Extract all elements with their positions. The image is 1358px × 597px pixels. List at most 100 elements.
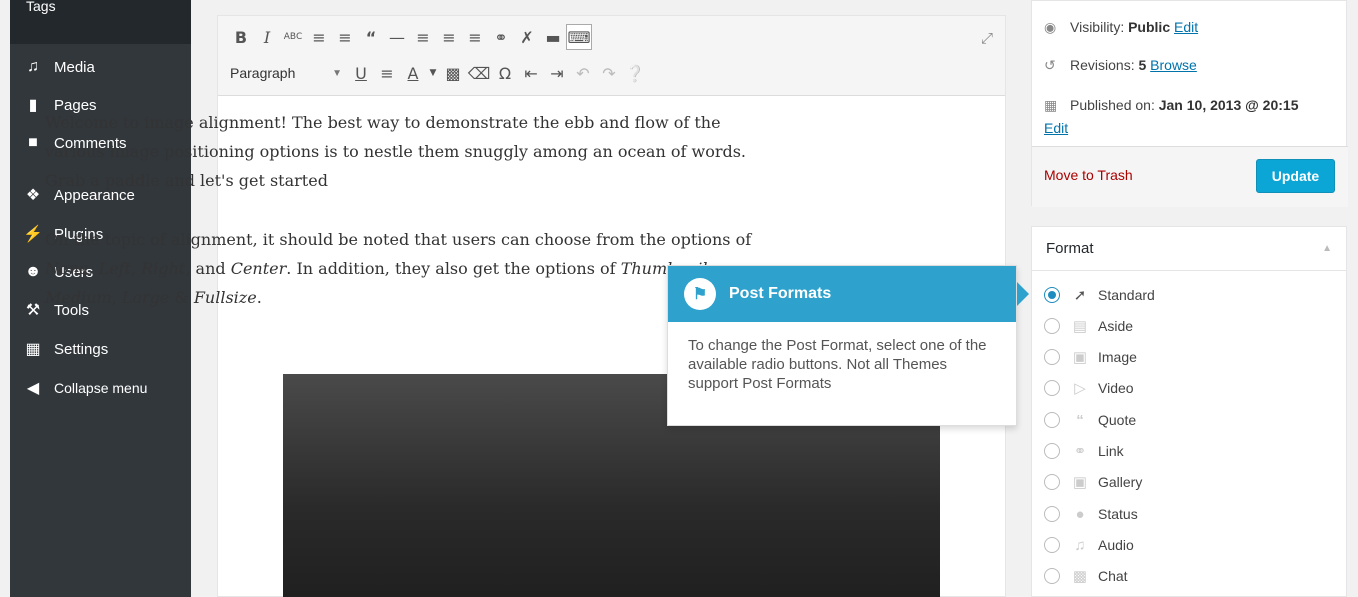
align-left-button[interactable]: ≡	[410, 24, 436, 50]
history-icon: ↺	[1044, 57, 1056, 73]
browse-revisions-link[interactable]: Browse	[1150, 57, 1197, 73]
paragraph-format-select[interactable]: Paragraph ▼	[228, 60, 348, 86]
link-icon: ⚭	[1073, 443, 1087, 460]
comments-icon: ■	[28, 134, 38, 151]
radio-button[interactable]	[1044, 380, 1060, 396]
radio-button[interactable]	[1044, 568, 1060, 584]
outdent-button[interactable]: ⇤	[518, 60, 544, 86]
justify-button[interactable]: ≡	[374, 60, 400, 86]
radio-button[interactable]	[1044, 287, 1060, 303]
flag-icon: ⚑	[684, 278, 716, 310]
format-option-status[interactable]: ● Status	[1044, 502, 1138, 526]
align-right-button[interactable]: ≡	[462, 24, 488, 50]
format-option-link[interactable]: ⚭ Link	[1044, 439, 1124, 463]
undo-button[interactable]: ↶	[570, 60, 596, 86]
eye-icon: ◉	[1044, 19, 1057, 35]
editor-toolbar: B I ABC ≡ ≡ “ — ≡ ≡ ≡ ⚭ ✗ ▬ ⌨ Paragraph …	[218, 16, 1005, 96]
help-icon[interactable]: ❔	[622, 60, 648, 86]
numbered-list-button[interactable]: ≡	[332, 24, 358, 50]
pointer-title: Post Formats	[729, 285, 832, 302]
paragraph: Welcome to image alignment! The best way…	[45, 113, 747, 190]
edit-visibility-link[interactable]: Edit	[1174, 19, 1198, 35]
tools-icon: ⚒	[25, 302, 41, 319]
pin-icon: ➚	[1073, 287, 1087, 304]
format-option-quote[interactable]: “ Quote	[1044, 408, 1136, 432]
settings-icon: ▦	[25, 341, 41, 358]
bold-button[interactable]: B	[228, 24, 254, 50]
format-option-standard[interactable]: ➚ Standard	[1044, 283, 1155, 307]
plugins-icon: ⚡	[23, 226, 43, 243]
aside-icon: ▤	[1072, 318, 1088, 335]
underline-button[interactable]: U	[348, 60, 374, 86]
format-option-image[interactable]: ▣ Image	[1044, 345, 1137, 369]
sidebar-item-label: Collapse menu	[54, 380, 148, 396]
radio-button[interactable]	[1044, 349, 1060, 365]
video-icon: ▷	[1074, 380, 1086, 397]
blockquote-button[interactable]: “	[358, 24, 384, 50]
insert-link-button[interactable]: ⚭	[488, 24, 514, 50]
paragraph: On the topic of alignment, it should be …	[45, 230, 752, 307]
bullet-list-button[interactable]: ≡	[306, 24, 332, 50]
radio-button[interactable]	[1044, 537, 1060, 553]
radio-button[interactable]	[1044, 412, 1060, 428]
horizontal-line-button[interactable]: —	[384, 24, 410, 50]
radio-button[interactable]	[1044, 318, 1060, 334]
quote-icon: “	[1076, 411, 1084, 429]
toolbar-toggle-button[interactable]: ⌨	[566, 24, 592, 50]
chat-icon: ▩	[1072, 568, 1088, 585]
chevron-down-icon: ▼	[332, 67, 342, 79]
pointer-body: To change the Post Format, select one of…	[688, 337, 987, 392]
appearance-icon: ❖	[25, 187, 41, 204]
clear-formatting-button[interactable]: ⌫	[466, 60, 492, 86]
pointer-header: ⚑ Post Formats	[668, 266, 1016, 322]
audio-icon: ♫	[1074, 536, 1086, 554]
text-color-button[interactable]: A	[400, 60, 426, 86]
italic-button[interactable]: I	[254, 24, 280, 50]
collapse-icon: ◀	[26, 380, 40, 397]
format-box: Format ▲ ➚ Standard ▤ Aside ▣ Image ▷ Vi…	[1031, 226, 1347, 597]
fullscreen-icon[interactable]: ⤢	[981, 30, 993, 47]
sidebar-item-label: Media	[54, 58, 95, 76]
remove-link-button[interactable]: ✗	[514, 24, 540, 50]
pages-icon: ▮	[28, 97, 38, 114]
calendar-icon: ▦	[1044, 97, 1058, 113]
media-icon: ♫	[27, 58, 39, 75]
align-center-button[interactable]: ≡	[436, 24, 462, 50]
radio-button[interactable]	[1044, 506, 1060, 522]
format-box-header[interactable]: Format ▲	[1032, 227, 1346, 271]
gallery-icon: ▣	[1072, 474, 1088, 491]
revisions-row: ↺ Revisions: 5 Browse	[1044, 57, 1197, 73]
publish-box: ◉ Visibility: Public Edit ↺ Revisions: 5…	[1031, 0, 1348, 207]
read-more-button[interactable]: ▬	[540, 24, 566, 50]
sidebar-item-tags[interactable]: Tags	[10, 0, 191, 44]
sidebar-item-label: Settings	[54, 340, 109, 358]
users-icon: ☻	[24, 263, 42, 280]
published-row: ▦ Published on: Jan 10, 2013 @ 20:15	[1044, 97, 1299, 113]
radio-button[interactable]	[1044, 443, 1060, 459]
image-icon: ▣	[1072, 349, 1088, 366]
update-button[interactable]: Update	[1256, 159, 1335, 193]
text-color-dropdown[interactable]: ▼	[426, 60, 440, 86]
collapse-menu-button[interactable]: ◀ Collapse menu	[10, 369, 191, 407]
format-option-chat[interactable]: ▩ Chat	[1044, 564, 1128, 588]
redo-button[interactable]: ↷	[596, 60, 622, 86]
visibility-row: ◉ Visibility: Public Edit	[1044, 19, 1199, 35]
status-icon: ●	[1075, 505, 1085, 523]
indent-button[interactable]: ⇥	[544, 60, 570, 86]
paste-as-text-button[interactable]: ▩	[440, 60, 466, 86]
editor-content[interactable]: Welcome to image alignment! The best way…	[45, 108, 765, 342]
publish-actions: Move to Trash Update	[1032, 146, 1348, 207]
pointer-arrow	[1017, 282, 1029, 306]
format-option-gallery[interactable]: ▣ Gallery	[1044, 470, 1142, 494]
format-option-audio[interactable]: ♫ Audio	[1044, 533, 1134, 557]
sidebar-item-media[interactable]: ♫ Media	[10, 48, 191, 86]
format-option-aside[interactable]: ▤ Aside	[1044, 314, 1133, 338]
format-option-video[interactable]: ▷ Video	[1044, 376, 1134, 400]
special-character-button[interactable]: Ω	[492, 60, 518, 86]
strikethrough-button[interactable]: ABC	[280, 24, 306, 50]
radio-button[interactable]	[1044, 474, 1060, 490]
edit-date-link[interactable]: Edit	[1044, 120, 1068, 136]
move-to-trash-link[interactable]: Move to Trash	[1044, 167, 1133, 183]
post-formats-pointer: ⚑ Post Formats To change the Post Format…	[667, 265, 1017, 426]
collapse-toggle-icon[interactable]: ▲	[1322, 243, 1332, 254]
